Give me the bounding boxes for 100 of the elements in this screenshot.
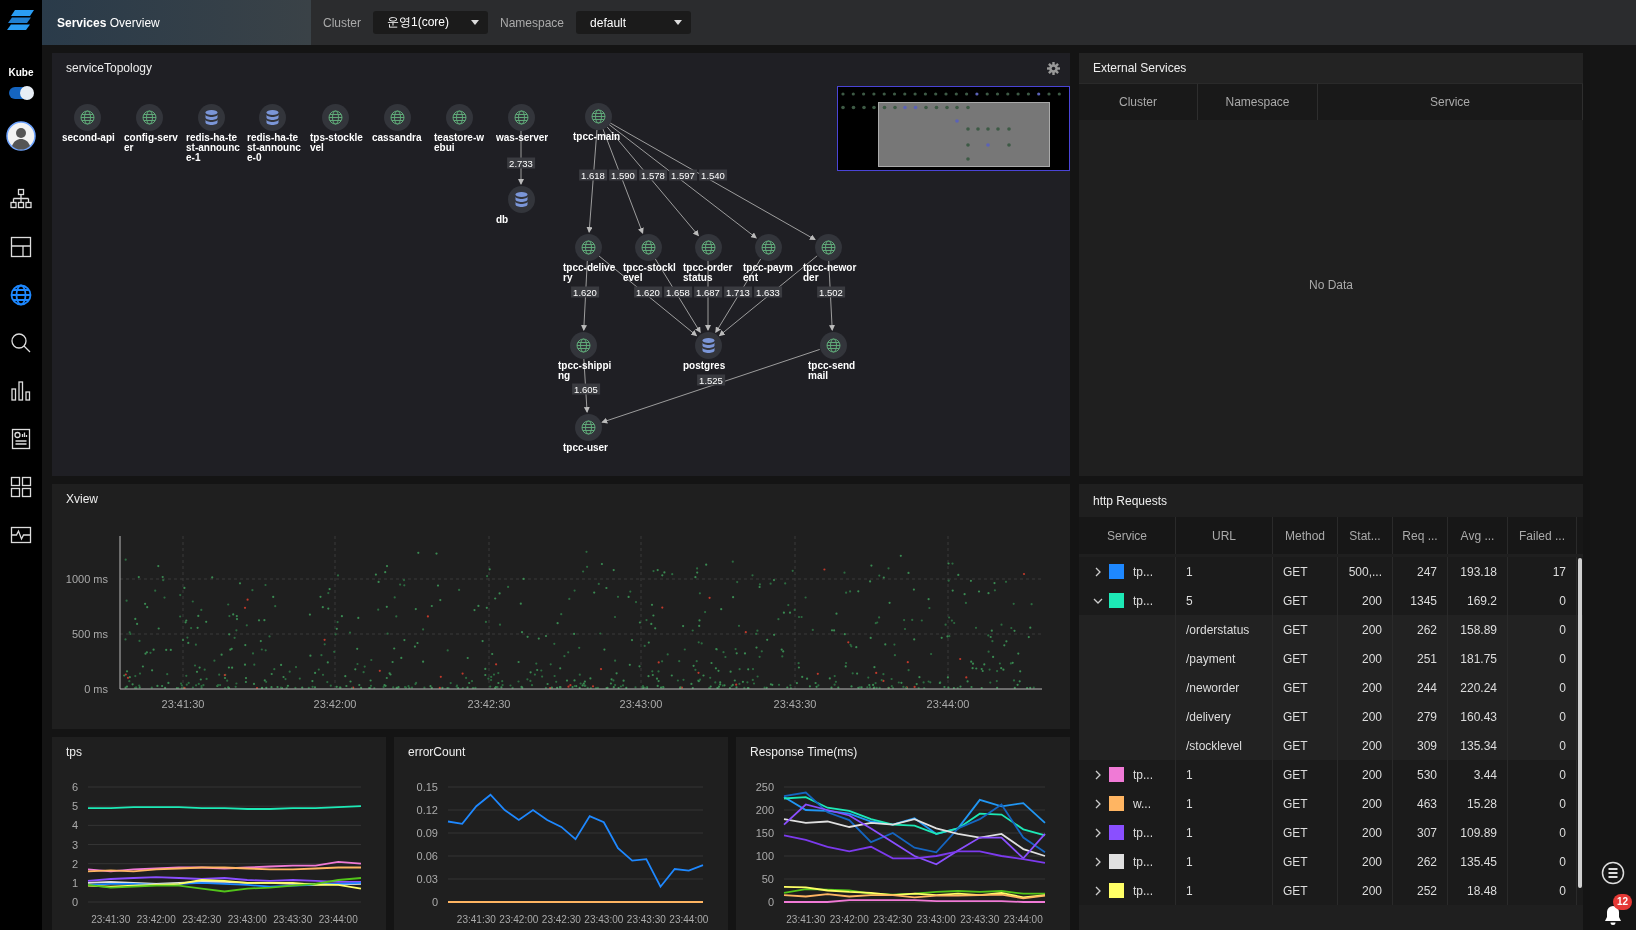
column-header[interactable]: Method — [1273, 517, 1338, 554]
layout-icon[interactable] — [10, 236, 32, 258]
edge-label: 1.590 — [609, 169, 637, 181]
node-label: tps-stocklevel — [310, 133, 364, 153]
axis-label: 23:44:00 — [926, 698, 970, 710]
panel-title: Xview — [66, 492, 98, 506]
chevron-right-icon[interactable] — [1093, 566, 1103, 577]
hierarchy-icon[interactable] — [10, 188, 32, 210]
report-icon[interactable] — [10, 428, 32, 450]
node-label: tpcc-stocklevel — [623, 263, 677, 283]
chevron-right-icon[interactable] — [1093, 856, 1103, 867]
avatar[interactable] — [6, 121, 36, 151]
column-header[interactable]: Req ... — [1393, 517, 1448, 554]
notification-badge: 12 — [1613, 894, 1633, 910]
axis-label: 0 — [71, 896, 78, 908]
table-cell: 160.43 — [1460, 709, 1497, 724]
globe-icon[interactable] — [574, 413, 602, 441]
globe-icon[interactable] — [634, 233, 662, 261]
column-header[interactable]: Cluster — [1079, 84, 1198, 120]
table-cell: 247 — [1416, 564, 1437, 579]
column-header[interactable]: Namespace — [1198, 84, 1318, 120]
database-icon[interactable] — [507, 185, 535, 213]
table-cell: 135.34 — [1460, 738, 1497, 753]
globe-icon[interactable] — [814, 233, 842, 261]
globe-icon[interactable] — [135, 103, 163, 131]
table-cell: 0 — [1559, 593, 1566, 608]
chevron-right-icon[interactable] — [1093, 827, 1103, 838]
minimap[interactable] — [837, 86, 1070, 171]
axis-label: 23:42:00 — [829, 914, 869, 925]
column-header[interactable]: Avg ... — [1448, 517, 1508, 554]
settings-icon[interactable] — [1047, 61, 1060, 75]
globe-icon[interactable] — [754, 233, 782, 261]
toggle-switch[interactable] — [9, 87, 33, 99]
axis-label: 150 — [755, 827, 774, 839]
chevron-right-icon[interactable] — [1093, 885, 1103, 896]
table-cell: 262 — [1416, 854, 1437, 869]
logo-icon[interactable] — [7, 9, 35, 31]
pulse-monitor-icon[interactable] — [10, 524, 32, 546]
column-header[interactable]: Service — [1079, 517, 1176, 554]
table-row[interactable]: tp... 5 GET 200 1345 169.2 0 — [1079, 586, 1583, 615]
column-header[interactable]: Service — [1318, 84, 1583, 120]
edge-label: 1.620 — [571, 286, 599, 298]
scrollbar[interactable] — [1578, 558, 1582, 888]
axis-label: 0.09 — [416, 827, 438, 839]
axis-label: 0 ms — [84, 683, 108, 695]
filter-dropdown[interactable]: 운영1(core) — [373, 11, 488, 34]
globe-icon[interactable] — [819, 331, 847, 359]
menu-icon[interactable] — [1601, 861, 1625, 885]
table-cell: 200 — [1361, 651, 1382, 666]
table-cell: /delivery — [1186, 709, 1231, 724]
globe-icon[interactable] — [574, 233, 602, 261]
column-header[interactable]: URL — [1176, 517, 1273, 554]
axis-label: 23:44:00 — [669, 914, 709, 925]
axis-label: 23:44:00 — [318, 914, 358, 925]
globe-icon[interactable] — [694, 233, 722, 261]
grid-icon[interactable] — [10, 476, 32, 498]
search-icon[interactable] — [10, 332, 32, 354]
table-cell: 0 — [1559, 825, 1566, 840]
service-name: tp... — [1133, 564, 1153, 579]
table-cell: 279 — [1416, 709, 1437, 724]
globe-icon[interactable] — [10, 284, 32, 306]
chevron-right-icon[interactable] — [1093, 798, 1103, 809]
table-cell: 1 — [1186, 854, 1193, 869]
table-row[interactable]: tp... 1 GET 500,... 247 193.18 17 — [1079, 557, 1583, 586]
table-row[interactable]: tp... 1 GET 200 252 18.48 0 — [1079, 876, 1583, 905]
chevron-right-icon[interactable] — [1093, 769, 1103, 780]
table-cell: GET — [1283, 593, 1308, 608]
bell-icon[interactable] — [1602, 904, 1624, 926]
globe-icon[interactable] — [584, 102, 612, 130]
table-row[interactable]: w... 1 GET 200 463 15.28 0 — [1079, 789, 1583, 818]
database-icon[interactable] — [197, 103, 225, 131]
axis-label: 23:43:00 — [227, 914, 267, 925]
table-cell: 0 — [1559, 767, 1566, 782]
database-icon[interactable] — [258, 103, 286, 131]
globe-icon[interactable] — [445, 103, 473, 131]
table-row[interactable]: tp... 1 GET 200 307 109.89 0 — [1079, 818, 1583, 847]
filter-dropdown[interactable]: default — [576, 11, 692, 34]
table-cell: 15.28 — [1466, 796, 1497, 811]
table-row[interactable]: tp... 1 GET 200 530 3.44 0 — [1079, 760, 1583, 789]
panel-title: External Services — [1093, 61, 1187, 75]
bar-chart-icon[interactable] — [10, 380, 32, 402]
axis-label: 23:42:30 — [467, 698, 511, 710]
table-cell: 0 — [1559, 796, 1566, 811]
table-cell: 193.18 — [1460, 564, 1497, 579]
table-row[interactable]: tp... 1 GET 200 262 135.45 0 — [1079, 847, 1583, 876]
column-header[interactable]: Failed ... — [1508, 517, 1577, 554]
node-label: config-server — [124, 133, 178, 153]
axis-label: 23:43:30 — [273, 914, 313, 925]
database-icon[interactable] — [694, 331, 722, 359]
table-cell: 200 — [1361, 680, 1382, 695]
axis-label: 23:43:30 — [626, 914, 666, 925]
axis-label: 23:42:30 — [182, 914, 222, 925]
table-cell: GET — [1283, 825, 1308, 840]
axis-label: 23:42:30 — [541, 914, 581, 925]
column-header[interactable]: Stat... — [1338, 517, 1393, 554]
globe-icon[interactable] — [569, 331, 597, 359]
globe-icon[interactable] — [507, 103, 535, 131]
globe-icon[interactable] — [321, 103, 349, 131]
globe-icon[interactable] — [383, 103, 411, 131]
globe-icon[interactable] — [73, 103, 101, 131]
